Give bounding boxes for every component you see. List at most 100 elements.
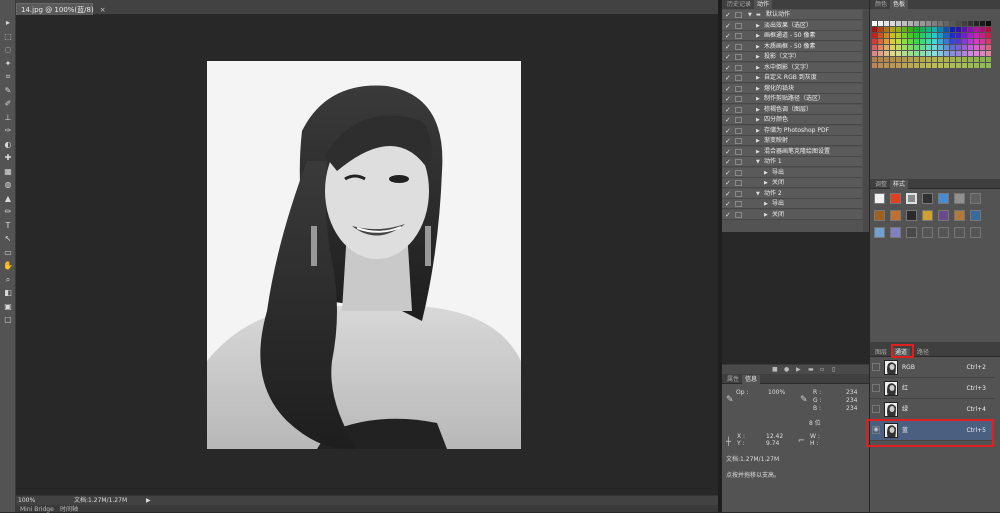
color-swatch[interactable] (896, 21, 901, 26)
color-swatch[interactable] (974, 45, 979, 50)
color-swatch[interactable] (878, 27, 883, 32)
color-swatch[interactable] (956, 51, 961, 56)
style-swatch[interactable] (874, 210, 885, 221)
gradient-tool-icon[interactable]: ▦ (2, 167, 14, 177)
check-icon[interactable]: ✓ (725, 126, 731, 136)
collapsed-arrow-icon[interactable]: ▶ (756, 147, 760, 157)
dodge-tool-icon[interactable]: ▲ (2, 194, 14, 204)
color-swatch[interactable] (902, 63, 907, 68)
color-swatch[interactable] (884, 51, 889, 56)
check-icon[interactable]: ✓ (725, 31, 731, 41)
color-swatch[interactable] (896, 27, 901, 32)
color-swatch[interactable] (896, 63, 901, 68)
color-swatch[interactable] (932, 39, 937, 44)
action-row[interactable]: ✓ ▶ 制作剪贴路径（选区） (722, 94, 862, 104)
color-swatch[interactable] (902, 45, 907, 50)
check-icon[interactable]: ✓ (725, 63, 731, 73)
channel-row[interactable]: 红 Ctrl+3 (870, 379, 994, 399)
tab-properties[interactable]: 属性 (724, 375, 742, 384)
action-row[interactable]: ✓ ▶ 关闭 (722, 209, 862, 220)
check-icon[interactable]: ✓ (725, 189, 731, 199)
color-swatch[interactable] (962, 27, 967, 32)
tab-layers[interactable]: 图层 (872, 348, 890, 357)
history-brush-tool-icon[interactable]: ◐ (2, 140, 14, 150)
check-icon[interactable]: ✓ (725, 105, 731, 115)
close-icon[interactable]: × (100, 6, 106, 14)
color-swatch[interactable] (944, 51, 949, 56)
action-row[interactable]: ✓ ▶ 棕褐色调（图层） (722, 104, 862, 115)
color-swatch[interactable] (938, 57, 943, 62)
color-swatch[interactable] (956, 21, 961, 26)
color-swatch[interactable] (926, 57, 931, 62)
action-row[interactable]: ✓ ▶ 画框通道 - 50 像素 (722, 31, 862, 41)
check-icon[interactable]: ✓ (725, 73, 731, 83)
dialog-toggle-icon[interactable] (735, 201, 742, 207)
type-tool-icon[interactable]: T (2, 221, 14, 231)
zoom-tool-icon[interactable]: ⌕ (2, 275, 14, 285)
color-swatch[interactable] (890, 39, 895, 44)
color-swatch[interactable] (986, 21, 991, 26)
action-row[interactable]: ✓ ▼ 动作 2 (722, 188, 862, 199)
style-swatch[interactable] (906, 227, 917, 238)
color-swatch[interactable] (920, 21, 925, 26)
action-row[interactable]: ✓ ▶ 关闭 (722, 178, 862, 188)
color-swatch[interactable] (968, 21, 973, 26)
color-swatch[interactable] (926, 45, 931, 50)
style-swatch[interactable] (890, 227, 901, 238)
style-swatch[interactable] (954, 193, 965, 204)
color-swatch[interactable] (938, 51, 943, 56)
color-swatch[interactable] (944, 63, 949, 68)
color-swatch[interactable] (968, 27, 973, 32)
color-swatch[interactable] (956, 33, 961, 38)
color-swatch[interactable] (878, 33, 883, 38)
color-swatch[interactable] (908, 21, 913, 26)
collapsed-arrow-icon[interactable]: ▶ (756, 63, 760, 73)
dialog-toggle-icon[interactable] (735, 43, 742, 50)
style-swatch[interactable] (874, 227, 885, 238)
style-swatch[interactable] (954, 210, 965, 221)
color-swatch[interactable] (920, 57, 925, 62)
action-row[interactable]: ✓ ▶ 导出 (722, 167, 862, 178)
color-swatch[interactable] (980, 21, 985, 26)
visibility-eye-icon[interactable] (872, 363, 880, 371)
tab-adjustments[interactable]: 调整 (872, 180, 890, 189)
color-swatch[interactable] (974, 51, 979, 56)
color-swatch[interactable] (926, 33, 931, 38)
action-row[interactable]: ✓ ▶ 投影（文字） (722, 52, 862, 62)
collapsed-arrow-icon[interactable]: ▶ (756, 73, 760, 83)
tab-info[interactable]: 信息 (742, 375, 761, 384)
dialog-toggle-icon[interactable] (735, 211, 742, 218)
new-set-icon[interactable]: ▬ (808, 366, 814, 373)
action-row[interactable]: ✓ ▶ 四分颜色 (722, 115, 862, 125)
action-row[interactable]: ✓ ▼ 动作 1 (722, 157, 862, 167)
color-swatch[interactable] (878, 63, 883, 68)
tab-color[interactable]: 颜色 (872, 0, 890, 9)
color-swatch[interactable] (980, 57, 985, 62)
color-swatch[interactable] (914, 27, 919, 32)
color-swatch[interactable] (878, 39, 883, 44)
dialog-toggle-icon[interactable] (735, 106, 742, 113)
color-swatch[interactable] (980, 45, 985, 50)
collapsed-arrow-icon[interactable]: ▶ (756, 94, 760, 104)
color-swatch[interactable] (890, 27, 895, 32)
action-row[interactable]: ✓ ▶ 混合器画笔克隆绘图设置 (722, 146, 862, 157)
color-swatch[interactable] (890, 63, 895, 68)
color-swatch[interactable] (968, 63, 973, 68)
style-swatch[interactable] (890, 193, 901, 204)
style-swatch[interactable] (970, 193, 981, 204)
document-image[interactable] (207, 61, 521, 449)
dialog-toggle-icon[interactable] (735, 138, 742, 144)
color-swatch[interactable] (920, 63, 925, 68)
screen-mode-tool-icon[interactable]: ▢ (2, 315, 14, 325)
check-icon[interactable]: ✓ (725, 10, 731, 20)
lasso-tool-icon[interactable]: ◌ (2, 45, 14, 55)
color-swatch[interactable] (902, 57, 907, 62)
color-swatch[interactable] (962, 33, 967, 38)
color-swatch[interactable] (938, 45, 943, 50)
style-swatch[interactable] (954, 227, 965, 238)
style-swatch[interactable] (874, 193, 885, 204)
action-row[interactable]: ✓ ▶ 导出 (722, 199, 862, 209)
color-swatch[interactable] (938, 27, 943, 32)
color-swatch[interactable] (944, 33, 949, 38)
color-swatch[interactable] (902, 27, 907, 32)
